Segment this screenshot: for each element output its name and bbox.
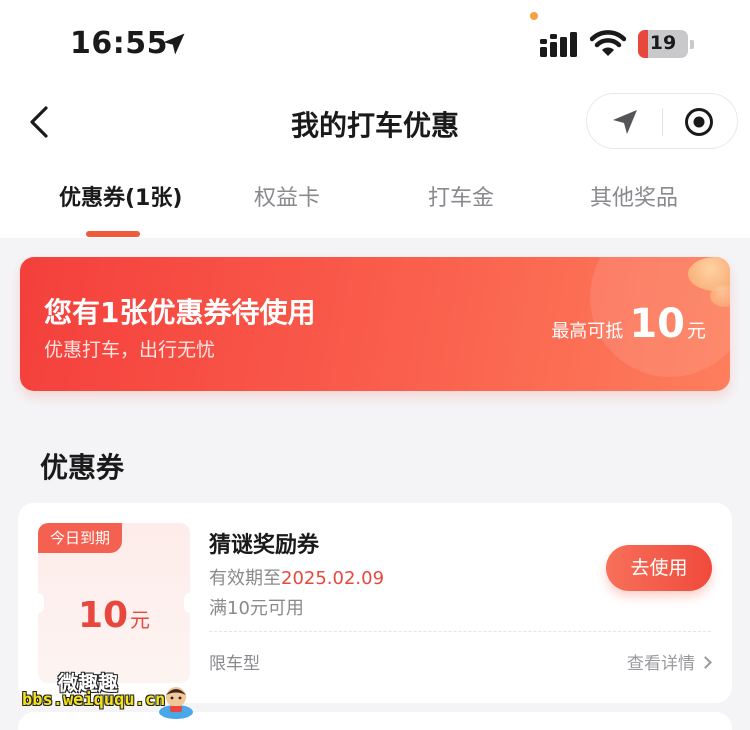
- coupon-min-spend: 满10元可用: [209, 598, 304, 619]
- coupon-card: 今日到期 10 元 猜谜奖励券 有效期至2025.02.09 满10元可用 去使用…: [18, 503, 732, 703]
- max-discount-label: 最高可抵: [551, 321, 624, 342]
- cellular-signal-icon: [540, 32, 577, 57]
- coupon-amount-unit: 元: [130, 608, 151, 632]
- coupon-amount-value: 10: [77, 595, 129, 636]
- wifi-icon: [590, 30, 626, 56]
- location-arrow-icon: [163, 33, 185, 55]
- car-type-limit: 限车型: [209, 654, 260, 674]
- battery-percent: 19: [649, 32, 677, 54]
- use-coupon-button[interactable]: 去使用: [606, 545, 712, 591]
- tab-ride-cash[interactable]: 打车金: [428, 180, 494, 212]
- view-details-label: 查看详情: [627, 654, 695, 674]
- next-coupon-card: [18, 712, 732, 730]
- max-discount-amount: 10: [629, 301, 685, 347]
- active-tab-indicator: [86, 231, 140, 237]
- privacy-indicator-dot: [530, 12, 538, 20]
- section-title: 优惠券: [40, 451, 125, 484]
- validity-date: 2025.02.09: [281, 568, 385, 589]
- tab-other-prizes[interactable]: 其他奖品: [590, 180, 678, 212]
- expiry-badge: 今日到期: [38, 523, 123, 553]
- header-area: 16:55 19 我的打车优惠 优惠券(1张) 权益卡 打车金 其他奖品: [0, 0, 750, 238]
- view-details-link[interactable]: 查看详情: [627, 649, 712, 674]
- tab-benefit-cards[interactable]: 权益卡: [254, 180, 320, 212]
- coupon-amount: 10 元: [38, 595, 190, 636]
- validity-prefix: 有效期至: [209, 568, 281, 589]
- coupon-name: 猜谜奖励券: [209, 533, 320, 558]
- battery-indicator: 19: [638, 30, 694, 58]
- banner-subtitle: 优惠打车，出行无忧: [44, 339, 216, 361]
- chevron-right-icon: [699, 656, 712, 669]
- banner-max-discount: 最高可抵 10 元: [551, 301, 706, 347]
- navigation-arrow-icon[interactable]: [609, 106, 641, 138]
- target-icon[interactable]: [683, 106, 715, 138]
- max-discount-unit: 元: [686, 320, 706, 342]
- coupon-validity: 有效期至2025.02.09: [209, 564, 384, 590]
- mascot-icon: [159, 687, 193, 719]
- status-time: 16:55: [70, 26, 168, 61]
- coupon-summary-banner: 您有1张优惠券待使用 优惠打车，出行无忧 最高可抵 10 元: [20, 257, 730, 391]
- coupon-ticket: 今日到期 10 元: [38, 523, 190, 683]
- banner-title: 您有1张优惠券待使用: [44, 296, 316, 329]
- tab-coupons[interactable]: 优惠券(1张): [59, 180, 182, 212]
- card-divider: [209, 631, 711, 632]
- watermark-url: bbs.weiququ.cn: [22, 690, 166, 710]
- mini-program-capsule: [586, 93, 738, 149]
